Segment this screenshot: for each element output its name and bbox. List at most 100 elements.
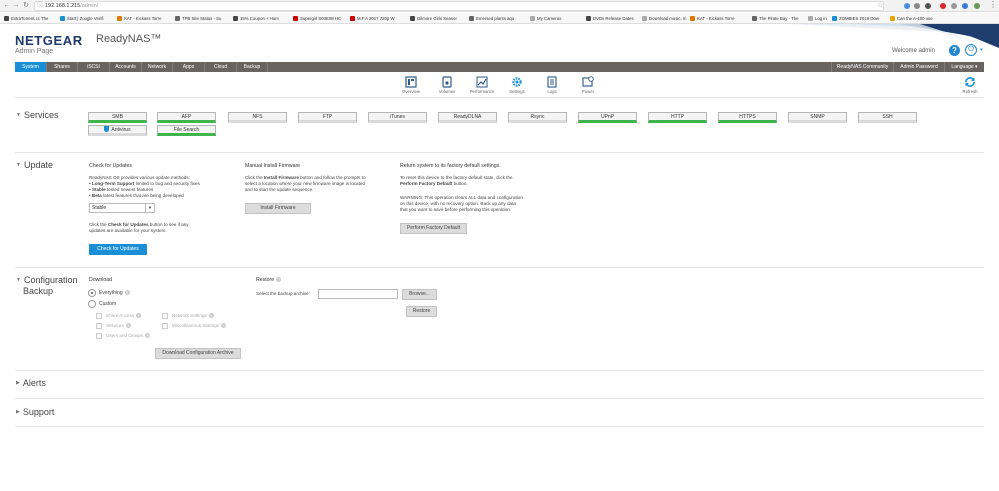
- power-icon[interactable]: ⏻: [965, 44, 977, 56]
- tab-backup[interactable]: Backup: [237, 62, 268, 72]
- service-rsync-button[interactable]: Rsync: [508, 112, 567, 123]
- everything-label: Everything?: [99, 289, 130, 297]
- config-backup-section-toggle[interactable]: ▼ Configuration: [16, 275, 78, 285]
- backup-archive-input[interactable]: [318, 289, 398, 299]
- refresh-button[interactable]: Refresh: [958, 76, 982, 94]
- misc-settings-checkbox[interactable]: [162, 323, 168, 329]
- install-firmware-button[interactable]: Install Firmware: [245, 203, 311, 214]
- service-upnp-button[interactable]: UPnP: [578, 112, 637, 123]
- back-arrow-icon[interactable]: ←: [3, 2, 11, 10]
- service-https-button[interactable]: HTTPS: [718, 112, 777, 123]
- info-icon[interactable]: ⓘ: [37, 2, 43, 10]
- extension-icon[interactable]: [914, 3, 920, 9]
- forward-arrow-icon[interactable]: →: [12, 2, 20, 10]
- network-settings-checkbox[interactable]: [162, 313, 168, 319]
- service-antivirus-button[interactable]: Antivirus: [88, 125, 147, 136]
- everything-radio[interactable]: [88, 289, 96, 297]
- help-icon[interactable]: ?: [124, 290, 130, 295]
- extension-icon[interactable]: [951, 3, 957, 9]
- help-icon[interactable]: ?: [145, 333, 151, 338]
- bookmark-item[interactable]: The Pirate Bay - The: [752, 15, 805, 22]
- update-section-toggle[interactable]: ▼ Update: [16, 160, 53, 170]
- bookmark-favicon-icon: [350, 16, 355, 21]
- bookmark-item[interactable]: Gilmore Girls Seasor: [410, 15, 466, 22]
- service-ftp-button[interactable]: FTP: [298, 112, 357, 123]
- restore-button[interactable]: Restore: [406, 306, 437, 317]
- update-channel-select[interactable]: Stable ▼: [89, 203, 155, 213]
- bookmark-item[interactable]: DVDs Release Dates: [586, 15, 639, 22]
- bookmark-item[interactable]: Download music, m: [642, 15, 687, 22]
- bookmark-label: M.F.A 2017 720p W: [357, 16, 395, 21]
- url-input[interactable]: ⓘ 192.168.1.215/admin/: [34, 1, 884, 11]
- share-access-checkbox[interactable]: [96, 313, 102, 319]
- tab-accounts[interactable]: Accounts: [110, 62, 142, 72]
- service-afp-button[interactable]: AFP: [157, 112, 216, 123]
- bookmark-item[interactable]: TPB Site Status - Su: [175, 15, 230, 22]
- browse-button[interactable]: Browse...: [402, 289, 437, 300]
- subnav-volumes[interactable]: Volumes: [432, 76, 462, 94]
- alerts-section-toggle[interactable]: ▶ Alerts: [16, 378, 46, 388]
- service-http-button[interactable]: HTTP: [648, 112, 707, 123]
- service-ssh-button[interactable]: SSH: [858, 112, 917, 123]
- extension-icon[interactable]: [925, 3, 931, 9]
- bookmark-label: DVDs Release Dates: [593, 16, 634, 21]
- tab-apps[interactable]: Apps: [173, 62, 205, 72]
- check-for-updates-button[interactable]: Check for Updates: [89, 244, 147, 255]
- chevron-down-icon[interactable]: ▾: [980, 47, 983, 53]
- service-itunes-button[interactable]: iTunes: [368, 112, 427, 123]
- reload-icon[interactable]: ↻: [22, 2, 30, 10]
- service-nfs-button[interactable]: NFS: [228, 112, 287, 123]
- help-icon[interactable]: ?: [125, 323, 131, 328]
- subnav-power[interactable]: Power: [573, 76, 603, 94]
- bookmark-item[interactable]: Supergirl S03E08 HC: [293, 15, 347, 22]
- service-snmp-button[interactable]: SNMP: [788, 112, 847, 123]
- language-dropdown[interactable]: Language ▾: [944, 62, 984, 72]
- bookmark-item[interactable]: KAT - Kickass Torre: [690, 15, 749, 22]
- bookmark-item[interactable]: Log in: [808, 15, 829, 22]
- help-icon[interactable]: ?: [949, 45, 960, 56]
- opera-icon[interactable]: [940, 3, 946, 9]
- users-groups-checkbox[interactable]: [96, 333, 102, 339]
- tab-system[interactable]: System: [15, 62, 47, 72]
- service-file-search-button[interactable]: File Search: [157, 125, 216, 136]
- subnav-settings[interactable]: Settings: [502, 76, 532, 94]
- help-icon[interactable]: ?: [220, 323, 226, 328]
- service-smb-button[interactable]: SMB: [88, 112, 147, 123]
- support-section-toggle[interactable]: ▶ Support: [16, 407, 54, 417]
- services-section-toggle[interactable]: ▼ Services: [16, 110, 58, 120]
- bookmark-item[interactable]: M.F.A 2017 720p W: [350, 15, 407, 22]
- bookmark-item[interactable]: My Cameras: [530, 15, 583, 22]
- bookmark-star-icon[interactable]: ☆: [877, 2, 883, 10]
- bookmark-item[interactable]: ExtraTorrent.cc The: [4, 15, 57, 22]
- bookmark-item[interactable]: ZOMBIES 2018 Dow: [832, 15, 887, 22]
- custom-radio[interactable]: [88, 300, 96, 308]
- perform-factory-default-button[interactable]: Perform Factory Default: [400, 223, 467, 234]
- subnav-logs[interactable]: Logs: [537, 76, 567, 94]
- power-settings-icon: [582, 76, 594, 87]
- help-icon[interactable]: ?: [208, 313, 214, 318]
- users-groups-label: Users and Groups?: [106, 333, 151, 339]
- help-icon[interactable]: ?: [276, 277, 282, 282]
- tab-network[interactable]: Network: [142, 62, 173, 72]
- subnav-performance[interactable]: Performance: [467, 76, 497, 94]
- service-label: SMB: [112, 114, 123, 120]
- browser-menu-icon[interactable]: ⋮: [989, 1, 997, 9]
- download-config-archive-button[interactable]: Download Configuration Archive: [155, 348, 241, 359]
- bookmark-item[interactable]: KAT - Kickass Torre: [117, 15, 172, 22]
- tab-shares[interactable]: Shares: [47, 62, 78, 72]
- services-checkbox[interactable]: [96, 323, 102, 329]
- subnav-overview[interactable]: Overview: [396, 76, 426, 94]
- extension-icon[interactable]: [962, 3, 968, 9]
- tab-iscsi[interactable]: iSCSI: [78, 62, 110, 72]
- extension-icon[interactable]: [974, 3, 980, 9]
- admin-password-link[interactable]: Admin Password: [893, 62, 944, 72]
- bookmark-item[interactable]: Can the A-400 use: [890, 15, 947, 22]
- bookmark-item[interactable]: Start | Zoogle Verifi: [60, 15, 114, 22]
- extension-icon[interactable]: [904, 3, 910, 9]
- tab-cloud[interactable]: Cloud: [205, 62, 237, 72]
- service-readydlna-button[interactable]: ReadyDLNA: [438, 112, 497, 123]
- bookmark-item[interactable]: Emersed plants aqu: [469, 15, 527, 22]
- readynas-community-link[interactable]: ReadyNAS Community: [831, 62, 893, 72]
- bookmark-item[interactable]: 15% Coupon + Hum: [233, 15, 290, 22]
- help-icon[interactable]: ?: [136, 313, 142, 318]
